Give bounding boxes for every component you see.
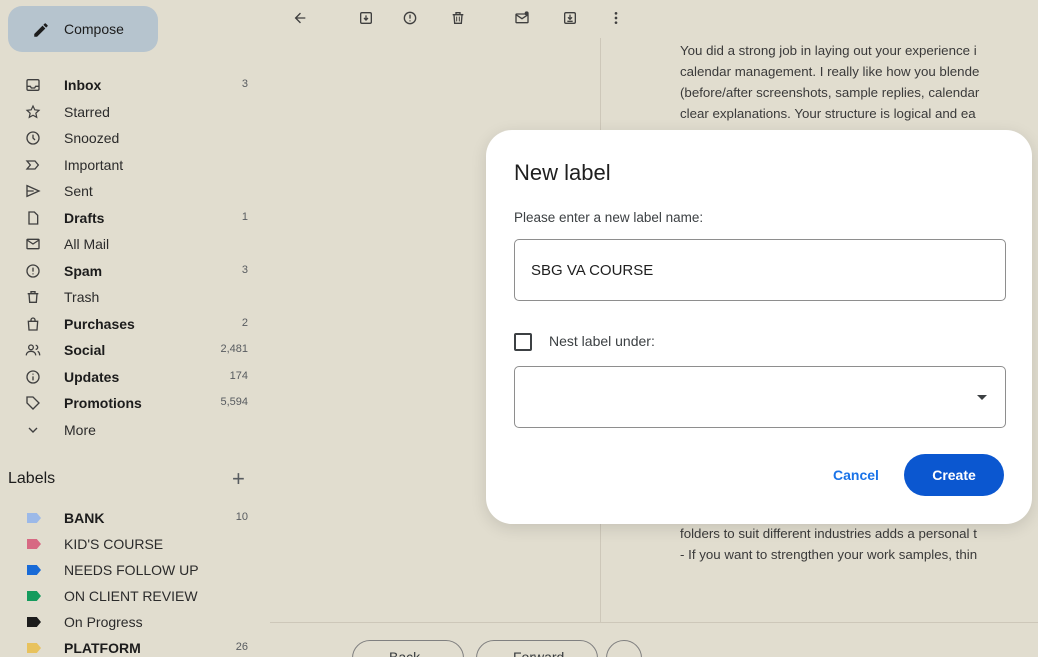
label-name-input[interactable] [514,239,1006,301]
dialog-prompt: Please enter a new label name: [514,210,704,225]
dropdown-arrow-icon [977,395,987,400]
parent-label-select[interactable] [514,366,1006,428]
dialog-title: New label [514,160,611,185]
cancel-button[interactable]: Cancel [816,455,896,495]
nest-label-text: Nest label under: [549,333,655,349]
create-button[interactable]: Create [904,454,1004,496]
nest-label-checkbox[interactable] [514,333,532,351]
new-label-dialog: New label Please enter a new label name:… [486,130,1032,524]
